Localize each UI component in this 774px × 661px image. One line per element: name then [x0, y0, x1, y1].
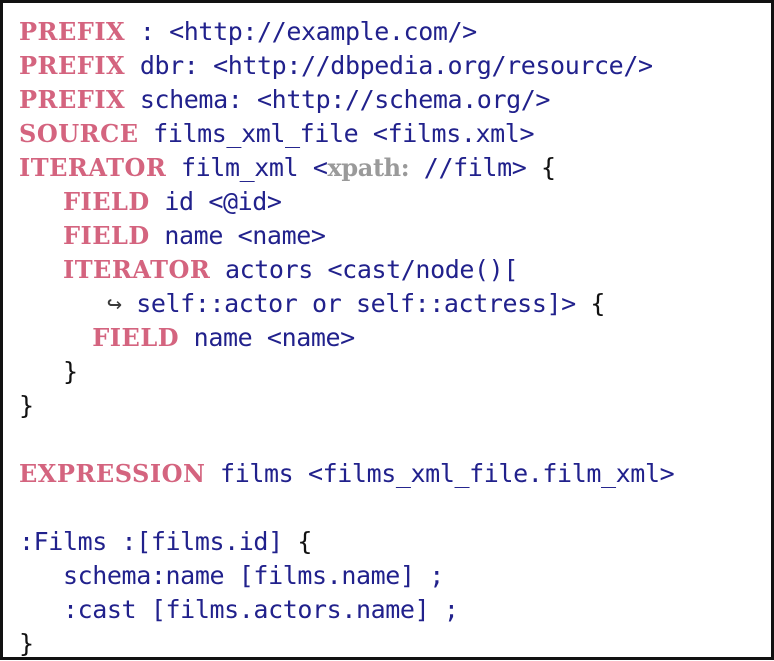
- code-text: films <films_xml_file.film_xml>: [205, 459, 675, 488]
- line-continuation-arrow-icon: ↪: [106, 289, 122, 318]
- code-text: films_xml_file <films.xml>: [138, 119, 535, 148]
- code-line: EXPRESSION films <films_xml_file.film_xm…: [19, 457, 771, 491]
- code-text: self::actor or self::actress]>: [121, 289, 591, 318]
- code-line: ↪ self::actor or self::actress]> {: [19, 287, 771, 321]
- code-line: ITERATOR actors <cast/node()[: [19, 253, 771, 287]
- code-keyword: PREFIX: [19, 51, 126, 80]
- code-text: name <name>: [149, 221, 326, 250]
- code-text: name <name>: [179, 323, 356, 352]
- code-line: [19, 491, 771, 525]
- code-keyword: ITERATOR: [19, 153, 167, 182]
- code-brace: }: [62, 357, 78, 386]
- code-text: schema:name [films.name] ;: [19, 561, 444, 590]
- code-line: }: [19, 627, 771, 661]
- code-keyword: EXPRESSION: [19, 459, 206, 488]
- code-line: :Films :[films.id] {: [19, 525, 771, 559]
- code-keyword: FIELD: [62, 187, 150, 216]
- code-line: schema:name [films.name] ;: [19, 559, 771, 593]
- code-text: :Films :[films.id]: [19, 527, 298, 556]
- code-text: film_xml <: [166, 153, 328, 182]
- code-line: PREFIX : <http://example.com/>: [19, 15, 771, 49]
- code-text: schema: <http://schema.org/>: [125, 85, 551, 114]
- code-text: actors <cast/node()[: [210, 255, 518, 284]
- code-line: PREFIX dbr: <http://dbpedia.org/resource…: [19, 49, 771, 83]
- code-listing: PREFIX : <http://example.com/> PREFIX dbr…: [19, 15, 771, 661]
- code-keyword: ITERATOR: [62, 255, 211, 284]
- code-brace: }: [19, 391, 34, 420]
- code-listing-figure: PREFIX : <http://example.com/> PREFIX dbr…: [0, 0, 774, 660]
- code-text: : <http://example.com/>: [125, 17, 477, 46]
- code-line: ITERATOR film_xml <xpath: //film> {: [19, 151, 771, 185]
- code-brace: }: [19, 629, 34, 658]
- code-line: FIELD id <@id>: [19, 185, 771, 219]
- code-line: :cast [films.actors.name] ;: [19, 593, 771, 627]
- code-brace: {: [297, 527, 313, 556]
- code-text: dbr: <http://dbpedia.org/resource/>: [125, 51, 653, 80]
- code-keyword: PREFIX: [19, 85, 126, 114]
- code-keyword: FIELD: [92, 323, 180, 352]
- code-brace: {: [590, 289, 606, 318]
- code-line: SOURCE films_xml_file <films.xml>: [19, 117, 771, 151]
- code-text: id <@id>: [149, 187, 282, 216]
- code-line: }: [19, 389, 771, 423]
- code-line: [19, 423, 771, 457]
- code-brace: {: [541, 153, 556, 182]
- code-line: }: [19, 355, 771, 389]
- code-text: //film>: [409, 153, 542, 182]
- code-keyword: PREFIX: [19, 17, 126, 46]
- code-driver-label: xpath:: [327, 153, 410, 182]
- code-text: :cast [films.actors.name] ;: [19, 595, 459, 624]
- code-line: FIELD name <name>: [19, 321, 771, 355]
- code-line: FIELD name <name>: [19, 219, 771, 253]
- code-keyword: SOURCE: [19, 119, 139, 148]
- code-keyword: FIELD: [62, 221, 150, 250]
- code-line: PREFIX schema: <http://schema.org/>: [19, 83, 771, 117]
